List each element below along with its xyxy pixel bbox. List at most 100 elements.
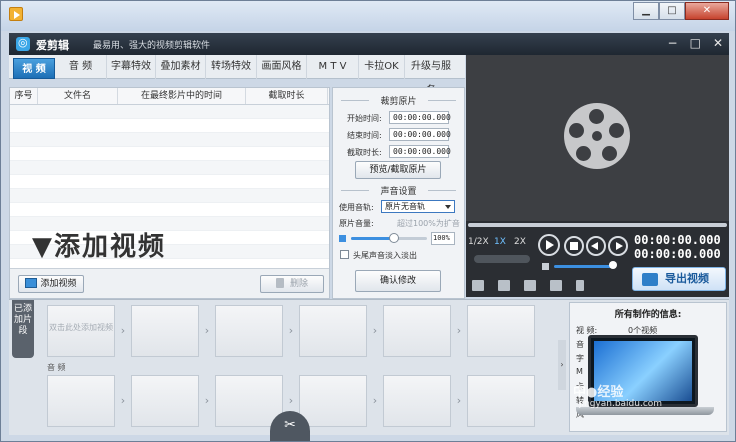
audio-slot[interactable] <box>383 375 451 427</box>
app-controls: − □ ✕ <box>668 36 723 50</box>
app-name: 爱剪辑 <box>36 39 69 52</box>
speaker-icon <box>542 263 549 270</box>
collapse-info-button[interactable]: › <box>558 340 566 390</box>
window-titlebar: ▁ □ ✕ <box>1 1 735 31</box>
chevron-right-icon: › <box>204 394 210 407</box>
audio-section-title: 声音设置 <box>333 184 464 197</box>
volume-label: 原片音量: <box>339 219 374 228</box>
tab-upgrade[interactable]: 升级与服务 <box>405 55 457 96</box>
open-folder-icon[interactable] <box>498 280 510 291</box>
player-volume-thumb[interactable] <box>609 261 617 269</box>
speed-2x-button[interactable]: 2X <box>510 233 530 251</box>
clip-slot[interactable] <box>299 305 367 357</box>
stop-button[interactable] <box>564 236 584 256</box>
volume-slider-thumb[interactable] <box>389 233 399 243</box>
app-maximize-button[interactable]: □ <box>690 36 701 50</box>
export-video-button[interactable]: 导出视频 <box>632 267 726 291</box>
new-project-icon[interactable] <box>472 280 484 291</box>
speed-1x-button[interactable]: 1X <box>490 233 510 251</box>
file-list: 序号 文件名 在最终影片中的时间 截取时长 ▼添加视频 添加视频 删除 <box>9 87 330 299</box>
info-row-audio: 音 <box>576 340 584 349</box>
play-button[interactable] <box>538 234 560 256</box>
clip-slot[interactable] <box>215 305 283 357</box>
maximize-button[interactable]: □ <box>659 2 685 20</box>
tab-audio[interactable]: 音 频 <box>55 55 107 79</box>
column-filename[interactable]: 文件名 <box>38 88 118 104</box>
duration-label: 截取时长: <box>347 148 382 157</box>
watermark-url: jingyan.baidu.com <box>579 399 663 409</box>
fade-checkbox[interactable] <box>340 250 349 259</box>
audio-slot[interactable] <box>467 375 535 427</box>
duration-input[interactable]: 00:00:00.000 <box>389 145 451 158</box>
chevron-right-icon: › <box>120 394 126 407</box>
video-preview <box>466 55 729 221</box>
chevron-right-icon: › <box>372 324 378 337</box>
audio-track-select[interactable]: 原片无音轨 <box>381 200 455 213</box>
chevron-right-icon: › <box>120 324 126 337</box>
time-current: 00:00:00.000 <box>634 233 721 247</box>
chevron-right-icon: › <box>204 324 210 337</box>
volume-hint: 超过100%为扩音 <box>397 219 460 228</box>
clip-slot[interactable] <box>131 305 199 357</box>
close-button[interactable]: ✕ <box>685 2 729 20</box>
volume-value[interactable]: 100% <box>431 232 455 245</box>
project-info-panel: 所有制作的信息: 视 频: 0个视频 音 字 M 卡 转 风 <box>569 302 727 432</box>
start-time-label: 开始时间: <box>347 114 382 123</box>
end-time-input[interactable]: 00:00:00.000 <box>389 128 451 141</box>
prev-frame-button[interactable] <box>586 236 606 256</box>
add-video-hint: ▼添加视频 <box>32 232 166 262</box>
confirm-button[interactable]: 确认修改 <box>355 270 441 292</box>
tab-video[interactable]: 视 频 <box>13 58 55 79</box>
save-icon[interactable] <box>524 280 536 291</box>
clip-slot[interactable] <box>383 305 451 357</box>
jog-wheel[interactable] <box>474 255 530 263</box>
add-video-icon <box>25 278 38 288</box>
preview-clip-button[interactable]: 预览/截取原片 <box>355 161 441 179</box>
app-slogan: 最易用、强大的视频剪辑软件 <box>93 41 211 51</box>
next-frame-icon <box>616 242 623 250</box>
info-row-subtitle: 字 <box>576 354 584 363</box>
tab-overlay[interactable]: 叠加素材 <box>156 55 206 79</box>
app-close-button[interactable]: ✕ <box>713 36 723 50</box>
export-label: 导出视频 <box>665 272 709 285</box>
player-controls: 1/2X 1X 2X 00:00:00.000 00:00:00.000 导出视… <box>466 221 729 297</box>
info-row-mtv: M <box>576 367 583 376</box>
tab-subtitle-effects[interactable]: 字幕特效 <box>107 55 156 79</box>
file-list-footer: 添加视频 删除 <box>10 268 329 298</box>
play-icon <box>546 240 554 250</box>
clip-placeholder[interactable]: 双击此处添加视频 <box>47 305 115 357</box>
speaker-icon <box>339 235 346 242</box>
app-minimize-button[interactable]: − <box>668 36 678 50</box>
audio-slot[interactable] <box>131 375 199 427</box>
share-icon[interactable] <box>576 280 584 291</box>
minimize-button[interactable]: ▁ <box>633 2 659 20</box>
start-time-input[interactable]: 00:00:00.000 <box>389 111 451 124</box>
tab-karaoke[interactable]: 卡拉OK <box>359 55 405 79</box>
watermark-logo: 中●经验 <box>573 385 624 400</box>
column-duration[interactable]: 截取时长 <box>246 88 328 104</box>
file-list-header: 序号 文件名 在最终影片中的时间 截取时长 <box>10 88 329 105</box>
app-icon <box>9 7 23 21</box>
delete-button[interactable]: 删除 <box>260 275 324 293</box>
volume-slider[interactable] <box>351 233 427 243</box>
speed-half-button[interactable]: 1/2X <box>468 233 489 251</box>
clip-slot[interactable] <box>467 305 535 357</box>
chevron-down-icon <box>445 205 451 209</box>
column-timeline-time[interactable]: 在最终影片中的时间 <box>118 88 246 104</box>
next-frame-button[interactable] <box>608 236 628 256</box>
app-window: ▁ □ ✕ 爱剪辑 最易用、强大的视频剪辑软件 − □ ✕ 视 频 音 频 字幕… <box>0 0 736 442</box>
added-clips-tab[interactable]: 已添加片段 <box>12 300 34 358</box>
tab-transition[interactable]: 转场特效 <box>206 55 257 79</box>
info-title: 所有制作的信息: <box>614 310 682 320</box>
player-volume-slider[interactable] <box>554 265 612 268</box>
clip-settings-panel: 裁剪原片 开始时间: 00:00:00.000 结束时间: 00:00:00.0… <box>332 87 465 299</box>
audio-slot[interactable] <box>299 375 367 427</box>
help-icon[interactable] <box>550 280 562 291</box>
tab-mtv[interactable]: M T V <box>307 55 359 79</box>
audio-slot[interactable] <box>47 375 115 427</box>
audio-track-value: 原片无音轨 <box>385 202 425 211</box>
tab-style[interactable]: 画面风格 <box>257 55 307 79</box>
add-video-button[interactable]: 添加视频 <box>18 275 84 293</box>
column-index[interactable]: 序号 <box>10 88 38 104</box>
seek-bar[interactable] <box>468 223 727 227</box>
